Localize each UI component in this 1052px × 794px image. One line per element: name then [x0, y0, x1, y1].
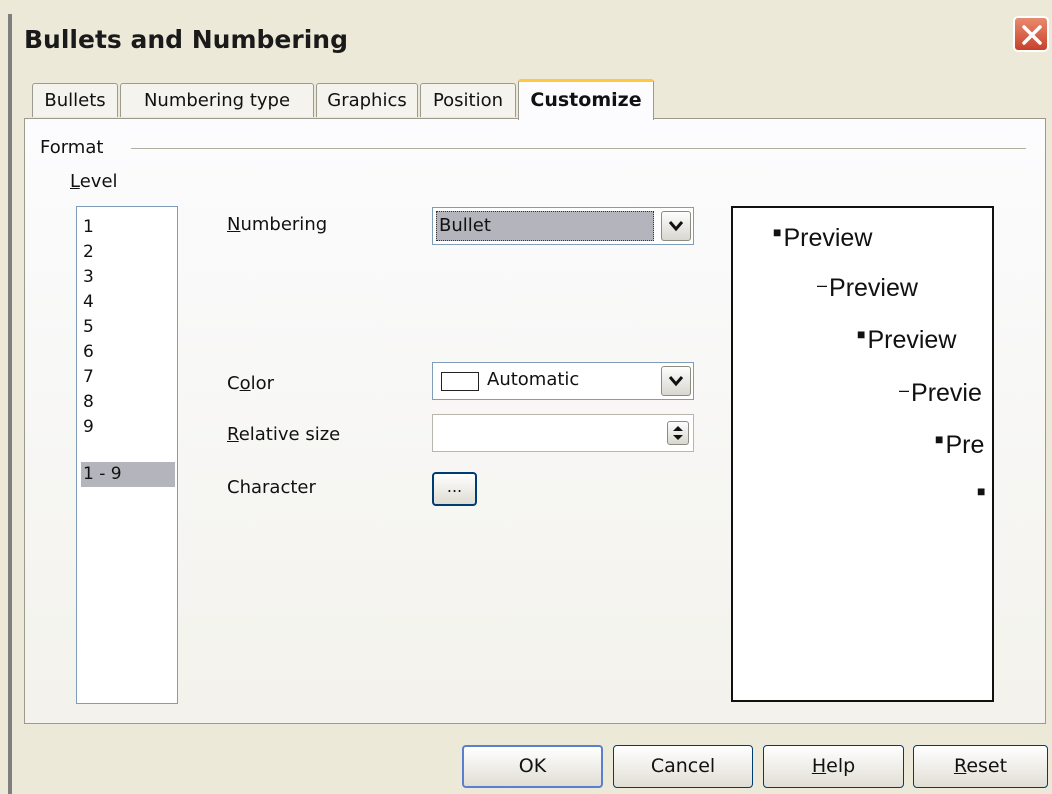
tab-position[interactable]: Position [420, 83, 516, 117]
preview-line-5-text: Pre [945, 431, 985, 459]
level-item-5[interactable]: 5 [81, 315, 175, 340]
color-label-start: C [227, 373, 240, 394]
reset-button[interactable]: Reset [913, 745, 1048, 788]
tab-customize[interactable]: Customize [518, 79, 654, 120]
level-label-rest: evel [79, 171, 118, 192]
ok-button[interactable]: OK [462, 745, 603, 788]
close-button[interactable] [1013, 16, 1049, 52]
tab-numbering-type[interactable]: Numbering type [120, 83, 314, 117]
relative-size-label-mnemonic: R [227, 424, 239, 445]
preview-line-3: ■Preview [857, 326, 956, 355]
help-button-mnemonic: H [811, 755, 827, 777]
window-frame-edge [8, 14, 12, 794]
level-item-7[interactable]: 7 [81, 365, 175, 390]
help-button[interactable]: Help [763, 745, 904, 788]
level-item-all[interactable]: 1 - 9 [81, 462, 175, 487]
character-label: Character [227, 477, 316, 498]
numbering-select[interactable]: Bullet [432, 207, 694, 245]
level-item-6[interactable]: 6 [81, 340, 175, 365]
level-item-2[interactable]: 2 [81, 240, 175, 265]
numbering-label-mnemonic: N [227, 214, 241, 235]
numbering-select-value: Bullet [436, 211, 654, 241]
numbering-label-rest: umbering [240, 214, 328, 235]
preview-line-3-text: Preview [867, 326, 957, 354]
chevron-down-icon [668, 376, 684, 387]
format-group-label: Format [40, 137, 104, 158]
preview-line-1: ■Preview [773, 224, 872, 253]
color-select-value: Automatic [487, 369, 580, 390]
color-label-mnemonic: o [239, 373, 251, 394]
level-item-1[interactable]: 1 [81, 215, 175, 240]
tab-graphics[interactable]: Graphics [316, 83, 418, 117]
color-swatch [441, 372, 479, 391]
tab-strip: Bullets Numbering type Graphics Position… [12, 79, 1052, 120]
level-listbox[interactable]: 1 2 3 4 5 6 7 8 9 1 - 9 [76, 206, 178, 704]
level-item-3[interactable]: 3 [81, 265, 175, 290]
numbering-dropdown-button[interactable] [661, 211, 691, 241]
reset-button-rest: eset [966, 755, 1008, 777]
relative-size-label-rest: elative size [238, 424, 341, 445]
cancel-button[interactable]: Cancel [613, 745, 753, 788]
numbering-label: Numbering [227, 214, 327, 235]
title-bar: Bullets and Numbering [12, 14, 1052, 72]
bullet-icon: ■ [935, 431, 944, 447]
preview-pane: ■Preview –Preview ■Preview –Previe ■Pre … [731, 206, 994, 702]
color-dropdown-button[interactable] [661, 366, 691, 396]
color-label: Color [227, 373, 274, 394]
tab-bullets[interactable]: Bullets [32, 83, 118, 117]
dash-icon: – [899, 380, 910, 400]
bullets-and-numbering-dialog: Bullets and Numbering Bullets Numbering … [0, 0, 1052, 794]
preview-line-2-text: Preview [829, 274, 918, 302]
level-item-9[interactable]: 9 [81, 415, 175, 440]
help-button-rest: elp [826, 755, 856, 777]
preview-line-6: ■ [977, 483, 987, 512]
preview-line-5: ■Pre [935, 431, 984, 460]
spin-arrows-icon [673, 426, 683, 440]
bullet-icon: ■ [977, 483, 986, 499]
level-item-4[interactable]: 4 [81, 290, 175, 315]
bullet-icon: ■ [773, 224, 782, 240]
preview-line-4: –Previe [899, 379, 982, 408]
relative-size-spinbox[interactable] [432, 414, 694, 452]
format-group-divider [131, 148, 1026, 149]
select-character-button[interactable]: ... [432, 472, 477, 506]
preview-line-4-text: Previe [911, 379, 982, 407]
dash-icon: – [817, 275, 828, 295]
window-title: Bullets and Numbering [24, 25, 348, 54]
color-label-rest: lor [250, 373, 275, 394]
reset-button-mnemonic: R [953, 755, 967, 777]
bullet-icon: ■ [857, 326, 866, 342]
color-select[interactable]: Automatic [432, 362, 694, 400]
level-label-mnemonic: L [70, 171, 80, 192]
relative-size-label: Relative size [227, 424, 340, 445]
relative-size-spin-button[interactable] [667, 421, 689, 445]
preview-line-2: –Preview [817, 274, 918, 303]
level-item-8[interactable]: 8 [81, 390, 175, 415]
close-icon [1022, 25, 1042, 45]
chevron-down-icon [668, 221, 684, 232]
level-label: Level [70, 171, 118, 192]
preview-line-1-text: Preview [783, 224, 873, 252]
